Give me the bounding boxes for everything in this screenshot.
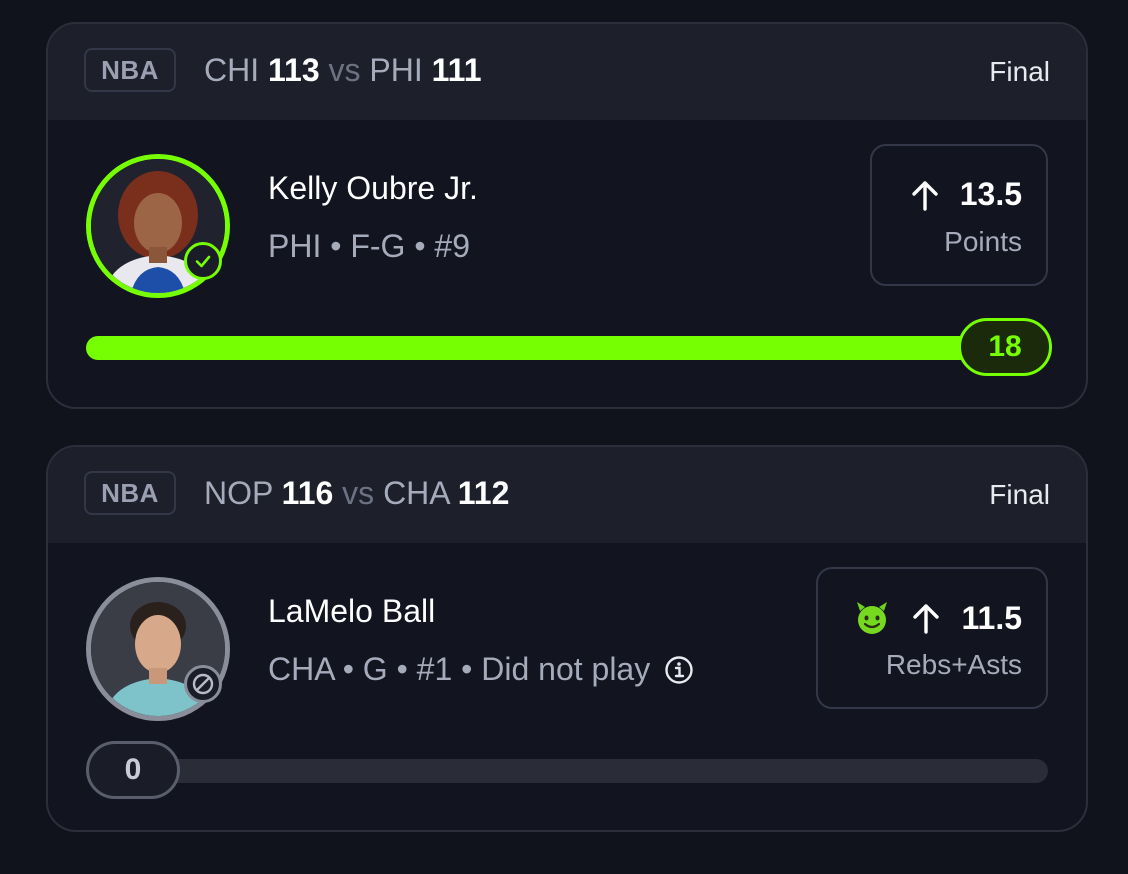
stat-type: Rebs+Asts: [885, 649, 1022, 680]
progress-track: [86, 759, 1048, 783]
away-team: CHI: [204, 52, 260, 88]
player-meta-text: PHI • F-G • #9: [268, 228, 470, 264]
pick-card[interactable]: NBA CHI 113 vs PHI 111 Final Kelly Oubre…: [46, 22, 1088, 409]
game-status: Final: [989, 479, 1050, 510]
ban-icon: [184, 665, 222, 703]
arrow-up-icon: [912, 180, 938, 211]
player-name: LaMelo Ball: [268, 593, 436, 629]
matchup: CHI 113 vs PHI 111: [204, 52, 482, 89]
player-meta-text: CHA • G • #1 • Did not play: [268, 651, 651, 687]
league-badge: NBA: [84, 471, 176, 515]
result-value: 18: [958, 318, 1052, 376]
vs-label: vs: [328, 52, 361, 88]
stat-type: Points: [944, 226, 1022, 257]
projection-line: 13.5: [959, 176, 1022, 212]
projection-box[interactable]: 11.5 Rebs+Asts: [816, 567, 1048, 709]
info-icon[interactable]: [664, 655, 694, 685]
game-header: NBA CHI 113 vs PHI 111 Final: [48, 24, 1086, 120]
game-status: Final: [989, 56, 1050, 87]
matchup: NOP 116 vs CHA 112: [204, 475, 509, 512]
progress-track: [86, 336, 1048, 360]
projection-line: 11.5: [961, 599, 1022, 636]
result-value: 0: [86, 741, 180, 799]
game-header: NBA NOP 116 vs CHA 112 Final: [48, 447, 1086, 543]
home-team: PHI: [369, 52, 423, 88]
vs-label: vs: [342, 475, 375, 511]
arrow-up-icon: [913, 604, 940, 634]
check-circle-icon: [184, 242, 222, 280]
devil-emoji-icon: [857, 602, 888, 634]
player-meta: CHA • G • #1 • Did not play: [268, 651, 694, 688]
away-team: NOP: [204, 475, 273, 511]
player-meta: PHI • F-G • #9: [268, 228, 470, 265]
projection-box[interactable]: 13.5 Points: [870, 144, 1048, 286]
league-badge: NBA: [84, 48, 176, 92]
player-name: Kelly Oubre Jr.: [268, 170, 478, 206]
pick-card[interactable]: NBA NOP 116 vs CHA 112 Final LaMelo Ball…: [46, 445, 1088, 832]
home-team: CHA: [383, 475, 449, 511]
progress-fill: [86, 336, 1048, 360]
home-score: 111: [431, 52, 482, 88]
away-score: 113: [268, 52, 320, 88]
away-score: 116: [281, 475, 334, 511]
home-score: 112: [457, 475, 510, 511]
